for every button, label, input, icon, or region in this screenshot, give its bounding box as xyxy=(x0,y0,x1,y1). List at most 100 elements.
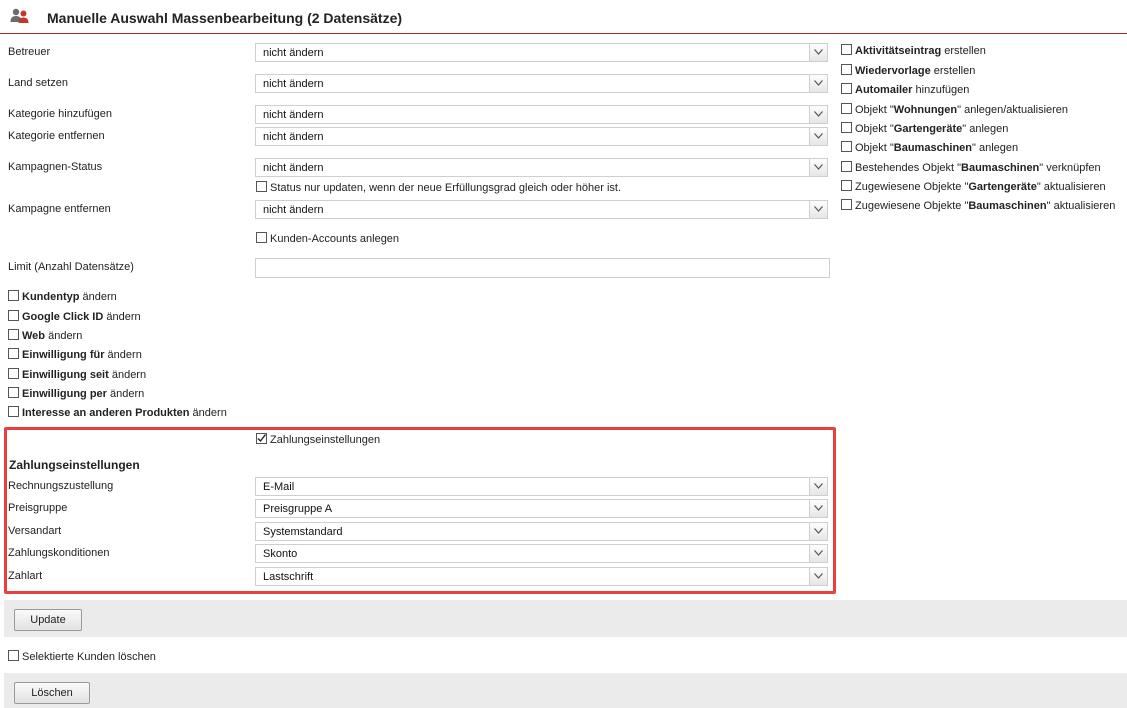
change-field-name: Google Click ID xyxy=(22,311,104,323)
change-checkbox[interactable] xyxy=(8,348,19,359)
zahlart-select[interactable]: Lastschrift xyxy=(255,567,828,586)
change-field-name: Kundentyp xyxy=(22,291,80,303)
chevron-down-icon[interactable] xyxy=(809,478,827,495)
payment-checkbox[interactable] xyxy=(256,433,267,444)
action-text-bold: Baumaschinen xyxy=(968,200,1047,212)
change-field-name: Interesse an anderen Produkten xyxy=(22,407,190,419)
chevron-down-icon[interactable] xyxy=(809,523,827,540)
change-checkbox[interactable] xyxy=(8,310,19,321)
land-value: nicht ändern xyxy=(263,78,324,90)
payment-section-title: Zahlungseinstellungen xyxy=(9,458,140,472)
limit-input[interactable] xyxy=(255,258,830,278)
versandart-select[interactable]: Systemstandard xyxy=(255,522,828,541)
chevron-down-icon[interactable] xyxy=(809,106,827,123)
kategorie-remove-select[interactable]: nicht ändern xyxy=(255,127,828,146)
action-text-post: erstellen xyxy=(930,65,976,77)
delete-button[interactable]: Löschen xyxy=(14,682,90,704)
action-text-bold: Wiedervorlage xyxy=(855,65,931,77)
kunden-accounts-checkbox[interactable] xyxy=(256,232,267,243)
action-option[interactable]: Aktivitätseintrag erstellen xyxy=(841,44,986,57)
kampagnen-status-select[interactable]: nicht ändern xyxy=(255,158,828,177)
change-option[interactable]: Interesse an anderen Produkten ändern xyxy=(8,406,227,419)
delete-selected-checkbox[interactable] xyxy=(8,650,19,661)
payment-toggle-option[interactable]: Zahlungseinstellungen xyxy=(256,433,380,446)
chevron-down-icon[interactable] xyxy=(809,568,827,585)
change-option[interactable]: Kundentyp ändern xyxy=(8,290,117,303)
chevron-down-icon[interactable] xyxy=(809,545,827,562)
action-checkbox[interactable] xyxy=(841,199,852,210)
change-option[interactable]: Web ändern xyxy=(8,329,82,342)
update-button[interactable]: Update xyxy=(14,609,82,631)
status-update-option[interactable]: Status nur updaten, wenn der neue Erfüll… xyxy=(256,181,621,194)
chevron-down-icon[interactable] xyxy=(809,44,827,61)
action-text-post: " aktualisieren xyxy=(1036,181,1106,193)
preisgruppe-select[interactable]: Preisgruppe A xyxy=(255,499,828,518)
rechnungszustellung-select[interactable]: E-Mail xyxy=(255,477,828,496)
change-checkbox[interactable] xyxy=(8,290,19,301)
change-checkbox[interactable] xyxy=(8,406,19,417)
betreuer-value: nicht ändern xyxy=(263,47,324,59)
change-option[interactable]: Einwilligung für ändern xyxy=(8,348,142,361)
action-option[interactable]: Objekt "Baumaschinen" anlegen xyxy=(841,141,1018,154)
action-text-bold: Automailer xyxy=(855,84,913,96)
delete-selected-option[interactable]: Selektierte Kunden löschen xyxy=(8,650,156,663)
action-checkbox[interactable] xyxy=(841,103,852,114)
action-checkbox[interactable] xyxy=(841,122,852,133)
change-option[interactable]: Google Click ID ändern xyxy=(8,310,141,323)
action-checkbox[interactable] xyxy=(841,161,852,172)
action-option[interactable]: Objekt "Gartengeräte" anlegen xyxy=(841,122,1008,135)
zahlart-label: Zahlart xyxy=(8,570,43,582)
change-checkbox[interactable] xyxy=(8,368,19,379)
action-text-bold: Gartengeräte xyxy=(893,123,963,135)
page-title: Manuelle Auswahl Massenbearbeitung (2 Da… xyxy=(47,10,403,26)
kampagne-remove-value: nicht ändern xyxy=(263,204,324,216)
change-action-text: ändern xyxy=(79,291,117,303)
action-checkbox[interactable] xyxy=(841,44,852,55)
land-select[interactable]: nicht ändern xyxy=(255,74,828,93)
action-option[interactable]: Wiedervorlage erstellen xyxy=(841,64,975,77)
action-text-post: " anlegen xyxy=(972,142,1019,154)
chevron-down-icon[interactable] xyxy=(809,75,827,92)
chevron-down-icon[interactable] xyxy=(809,500,827,517)
change-checkbox[interactable] xyxy=(8,329,19,340)
action-option[interactable]: Zugewiesene Objekte "Gartengeräte" aktua… xyxy=(841,180,1106,193)
action-text-pre: Zugewiesene Objekte " xyxy=(855,200,969,212)
kategorie-add-select[interactable]: nicht ändern xyxy=(255,105,828,124)
action-text-post: " aktualisieren xyxy=(1046,200,1116,212)
change-option[interactable]: Einwilligung seit ändern xyxy=(8,368,146,381)
change-field-name: Einwilligung für xyxy=(22,349,105,361)
update-bar: Update xyxy=(4,600,1127,637)
action-option[interactable]: Bestehendes Objekt "Baumaschinen" verknü… xyxy=(841,161,1101,174)
zahlungskonditionen-select[interactable]: Skonto xyxy=(255,544,828,563)
change-action-text: ändern xyxy=(108,369,147,381)
action-text-bold: Baumaschinen xyxy=(893,142,973,154)
action-option[interactable]: Zugewiesene Objekte "Baumaschinen" aktua… xyxy=(841,199,1115,212)
action-checkbox[interactable] xyxy=(841,83,852,94)
action-option[interactable]: Objekt "Wohnungen" anlegen/aktualisieren xyxy=(841,103,1068,116)
preisgruppe-label: Preisgruppe xyxy=(8,502,68,514)
chevron-down-icon[interactable] xyxy=(809,159,827,176)
kampagne-remove-label: Kampagne entfernen xyxy=(8,203,111,215)
kunden-accounts-option[interactable]: Kunden-Accounts anlegen xyxy=(256,232,399,245)
status-update-checkbox[interactable] xyxy=(256,181,267,192)
chevron-down-icon[interactable] xyxy=(809,201,827,218)
chevron-down-icon[interactable] xyxy=(809,128,827,145)
change-option[interactable]: Einwilligung per ändern xyxy=(8,387,144,400)
action-checkbox[interactable] xyxy=(841,180,852,191)
action-text-pre: Objekt " xyxy=(855,104,894,116)
action-checkbox[interactable] xyxy=(841,64,852,75)
kategorie-add-value: nicht ändern xyxy=(263,109,324,121)
betreuer-label: Betreuer xyxy=(8,46,51,58)
action-checkbox[interactable] xyxy=(841,141,852,152)
page-header: Manuelle Auswahl Massenbearbeitung (2 Da… xyxy=(0,0,1127,34)
zahlungskonditionen-label: Zahlungskonditionen xyxy=(8,547,110,559)
action-text-post: erstellen xyxy=(941,45,986,57)
betreuer-select[interactable]: nicht ändern xyxy=(255,43,828,62)
change-action-text: ändern xyxy=(189,407,227,419)
kampagne-remove-select[interactable]: nicht ändern xyxy=(255,200,828,219)
delete-bar: Löschen xyxy=(4,673,1127,708)
change-checkbox[interactable] xyxy=(8,387,19,398)
action-text-post: " anlegen/aktualisieren xyxy=(957,104,1069,116)
change-field-name: Einwilligung per xyxy=(22,388,107,400)
action-option[interactable]: Automailer hinzufügen xyxy=(841,83,969,96)
